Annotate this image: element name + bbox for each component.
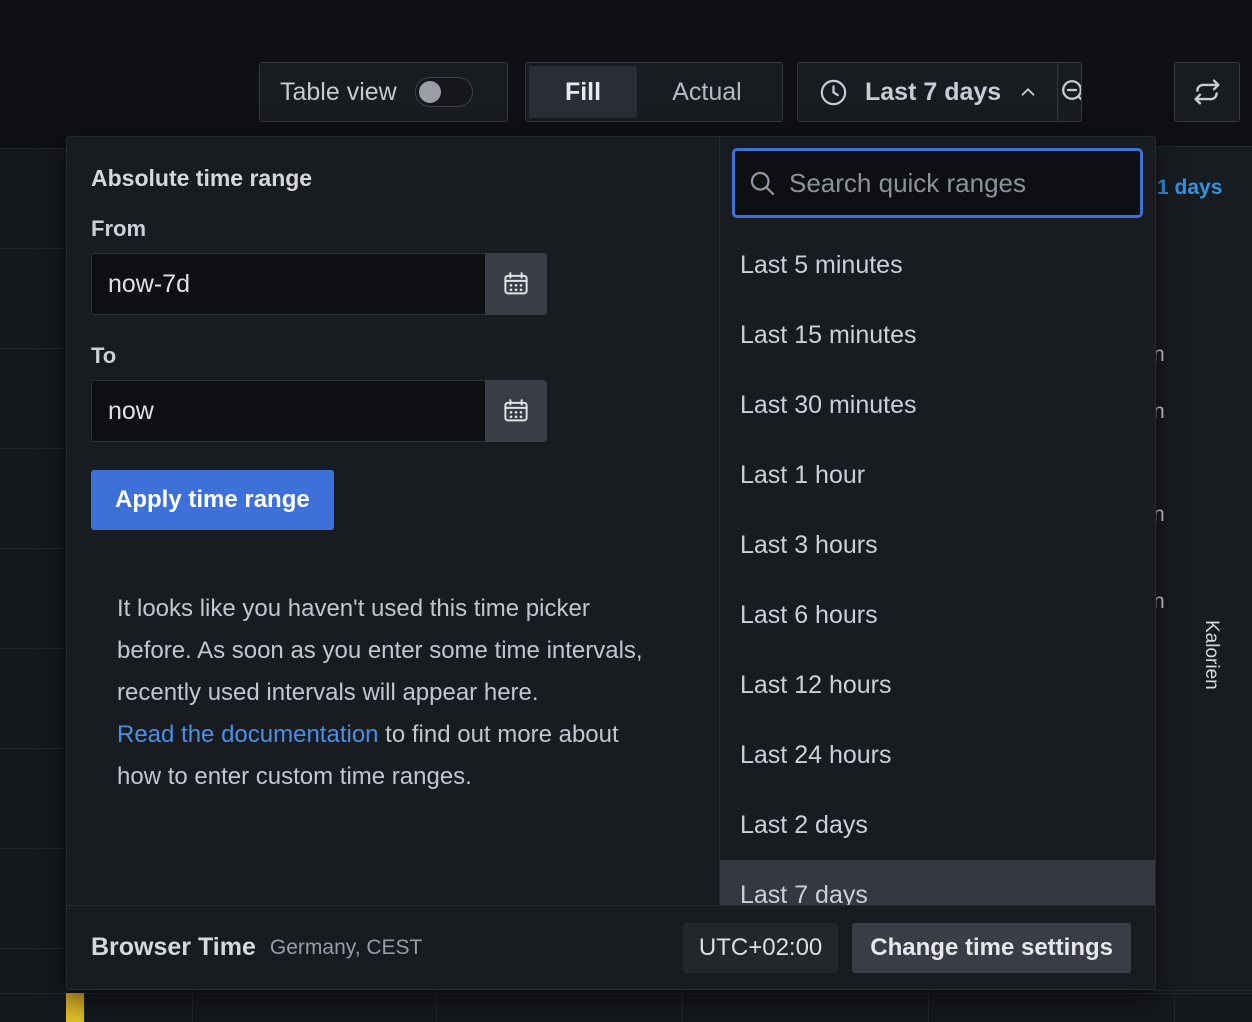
refresh-icon <box>1190 75 1224 109</box>
help-text-line1: It looks like you haven't used this time… <box>117 595 643 706</box>
zoom-out-time-range-button[interactable] <box>1057 63 1082 121</box>
quick-range-item[interactable]: Last 12 hours <box>720 650 1155 720</box>
absolute-time-range-pane: Absolute time range From <box>67 137 719 905</box>
table-view-control[interactable]: Table view <box>259 62 508 122</box>
dashboard-toolbar: Table view Fill Actual Last 7 days <box>0 0 1252 136</box>
quick-ranges-pane: Last 5 minutes Last 15 minutes Last 30 m… <box>719 137 1155 905</box>
quick-range-item[interactable]: Last 30 minutes <box>720 370 1155 440</box>
segment-actual[interactable]: Actual <box>637 66 777 118</box>
search-wrapper <box>720 137 1155 230</box>
quick-range-item-selected[interactable]: Last 7 days <box>720 860 1155 905</box>
refresh-dashboard-button[interactable] <box>1174 62 1240 122</box>
background-bar <box>66 993 84 1022</box>
quick-range-item[interactable]: Last 6 hours <box>720 580 1155 650</box>
calendar-icon <box>501 396 531 426</box>
time-picker-footer: Browser Time Germany, CEST UTC+02:00 Cha… <box>67 905 1155 989</box>
quick-range-item[interactable]: Last 15 minutes <box>720 300 1155 370</box>
timezone-description: Germany, CEST <box>270 936 422 960</box>
background-days-badge: 1 days <box>1157 176 1222 200</box>
from-field-row <box>91 253 547 315</box>
to-calendar-button[interactable] <box>485 380 547 442</box>
time-picker-body: Absolute time range From <box>67 137 1155 905</box>
from-calendar-button[interactable] <box>485 253 547 315</box>
background-right-panel <box>1152 146 1252 991</box>
to-field-label: To <box>91 343 695 369</box>
browser-time-label: Browser Time <box>91 933 256 962</box>
absolute-time-range-title: Absolute time range <box>91 165 695 192</box>
utc-offset-badge: UTC+02:00 <box>683 923 838 973</box>
apply-time-range-button[interactable]: Apply time range <box>91 470 334 530</box>
zoom-out-icon <box>1058 76 1082 108</box>
chevron-up-icon <box>1017 81 1039 103</box>
table-view-toggle[interactable] <box>415 77 473 107</box>
to-field-row <box>91 380 547 442</box>
time-range-picker-button[interactable]: Last 7 days <box>798 63 1057 121</box>
documentation-link[interactable]: Read the documentation <box>117 721 379 748</box>
toggle-knob <box>419 81 441 103</box>
segment-fill[interactable]: Fill <box>529 66 637 118</box>
quick-range-item[interactable]: Last 24 hours <box>720 720 1155 790</box>
quick-range-item[interactable]: Last 3 hours <box>720 510 1155 580</box>
time-picker-help-text: It looks like you haven't used this time… <box>117 588 662 798</box>
search-icon <box>747 168 777 198</box>
quick-range-item[interactable]: Last 5 minutes <box>720 230 1155 300</box>
quick-range-item[interactable]: Last 2 days <box>720 790 1155 860</box>
time-range-picker-dropdown: Absolute time range From <box>66 136 1156 990</box>
table-view-label: Table view <box>280 78 397 107</box>
search-quick-ranges-input[interactable] <box>789 168 1128 199</box>
quick-range-item[interactable]: Last 1 hour <box>720 440 1155 510</box>
time-range-label: Last 7 days <box>865 78 1001 107</box>
clock-icon <box>818 77 849 108</box>
fill-actual-segmented-control: Fill Actual <box>525 62 783 122</box>
from-input[interactable] <box>91 253 485 315</box>
calendar-icon <box>501 269 531 299</box>
from-field-label: From <box>91 216 695 242</box>
search-quick-ranges-field[interactable] <box>732 148 1143 218</box>
app-root: 1 days n n n n Kalorien Table view Fill … <box>0 0 1252 1022</box>
change-time-settings-button[interactable]: Change time settings <box>852 923 1131 973</box>
time-range-picker-group: Last 7 days <box>797 62 1082 122</box>
quick-ranges-list[interactable]: Last 5 minutes Last 15 minutes Last 30 m… <box>720 230 1155 905</box>
background-y-axis-title: Kalorien <box>1200 620 1222 690</box>
to-input[interactable] <box>91 380 485 442</box>
